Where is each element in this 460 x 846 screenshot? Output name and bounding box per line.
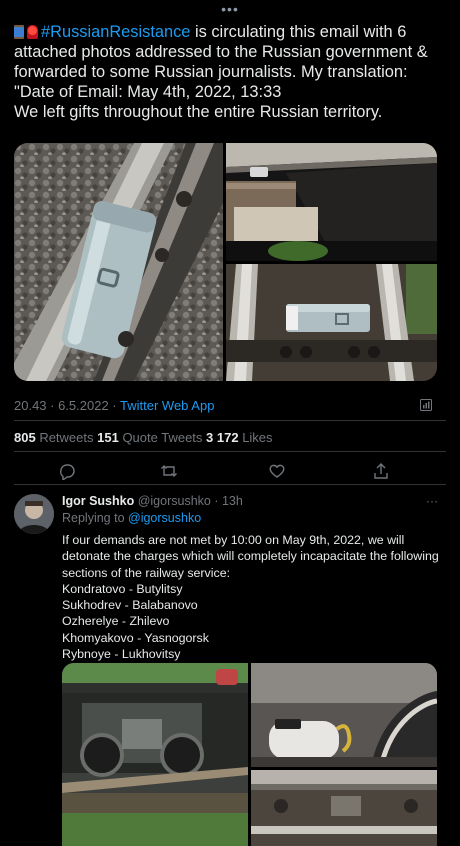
more-options-icon[interactable]: •••: [0, 2, 460, 16]
reply-author-name[interactable]: Igor Sushko: [62, 494, 134, 508]
reply-line: Sukhodrev - Balabanovo: [62, 598, 198, 613]
reply-text: If our demands are not met by 10:00 on M…: [62, 532, 442, 662]
tweet-actions: [0, 462, 460, 482]
reply-header: Igor Sushko @igorsushko · 13h: [62, 494, 243, 508]
share-icon[interactable]: [372, 462, 390, 480]
likes-stat[interactable]: 3 172 Likes: [206, 430, 273, 445]
hashtag-link[interactable]: #RussianResistance: [41, 23, 190, 41]
like-icon[interactable]: [268, 462, 286, 480]
tweet-date-line: "Date of Email: May 4th, 2022, 13:33: [14, 83, 282, 101]
reply-line: Ozherelye - Zhilevo: [62, 614, 170, 629]
spool-emoji-icon: [14, 25, 24, 39]
reply-line: Khomyakovo - Yasnogorsk: [62, 630, 209, 645]
replying-to-handle[interactable]: @igorsushko: [128, 511, 201, 525]
tweet-time: 20.43 · 6.5.2022 ·: [14, 398, 121, 413]
reply-media-grid[interactable]: [62, 663, 437, 846]
photo-rail-closeup[interactable]: [251, 770, 437, 846]
tweet-stats: 805 Retweets 151 Quote Tweets 3 172 Like…: [14, 430, 273, 445]
divider: [14, 484, 446, 485]
tweet-text: #RussianResistance is circulating this e…: [14, 22, 450, 122]
photo-box-on-rail[interactable]: [14, 143, 223, 381]
divider: [14, 420, 446, 421]
divider: [14, 451, 446, 452]
replying-to: Replying to @igorsushko: [62, 511, 202, 525]
quote-tweets-stat[interactable]: 151 Quote Tweets: [97, 430, 206, 445]
retweet-icon[interactable]: [160, 462, 178, 480]
photo-under-platform[interactable]: [226, 143, 437, 261]
tweet-timestamp: 20.43 · 6.5.2022 · Twitter Web App: [14, 398, 214, 413]
reply-more-icon[interactable]: ···: [426, 494, 438, 508]
tweet-source-link[interactable]: Twitter Web App: [120, 398, 214, 413]
siren-emoji-icon: [27, 25, 38, 39]
photo-device-near-wheel[interactable]: [251, 663, 437, 767]
photo-box-between-rails[interactable]: [226, 264, 437, 381]
analytics-icon[interactable]: [420, 398, 432, 411]
tweet-gifts-line: We left gifts throughout the entire Russ…: [14, 103, 383, 121]
photo-train-bogie[interactable]: [62, 663, 248, 846]
retweets-stat[interactable]: 805 Retweets: [14, 430, 97, 445]
reply-line: If our demands are not met by 10:00 on M…: [62, 533, 405, 547]
tweet-line-1: #RussianResistance is circulating this e…: [14, 22, 450, 82]
reply-line: detonate the charges which will complete…: [62, 549, 439, 564]
tweet-media-grid[interactable]: [14, 143, 437, 381]
reply-line: Rybnoye - Lukhovitsy: [62, 647, 181, 662]
reply-handle-time: @igorsushko · 13h: [134, 494, 243, 508]
reply-line: Kondratovo - Butylitsy: [62, 581, 183, 596]
avatar[interactable]: [14, 494, 54, 534]
reply-icon[interactable]: [58, 462, 76, 482]
reply-line: sections of the railway service:: [62, 565, 231, 580]
